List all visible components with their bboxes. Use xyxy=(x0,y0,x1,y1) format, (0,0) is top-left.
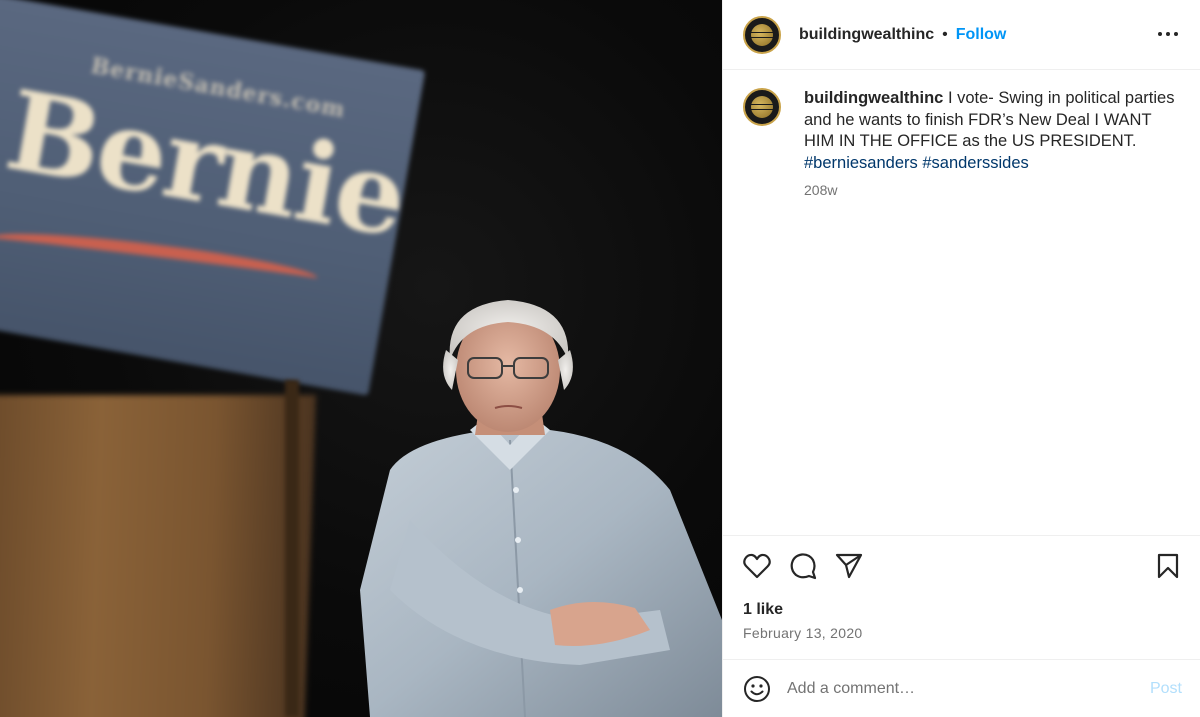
action-bar xyxy=(723,536,1200,596)
hashtag-link[interactable]: #sanderssides xyxy=(922,154,1028,172)
caption-section: buildingwealthinc I vote- Swing in polit… xyxy=(723,70,1200,536)
paper-plane-icon[interactable] xyxy=(833,550,865,582)
emoji-smiley-icon[interactable] xyxy=(741,673,773,705)
bookmark-icon[interactable] xyxy=(1152,550,1184,582)
post-date: February 13, 2020 xyxy=(743,625,863,641)
header-username[interactable]: buildingwealthinc xyxy=(799,26,934,44)
post-side-panel: buildingwealthinc • Follow buildingwealt… xyxy=(722,0,1200,717)
heart-icon[interactable] xyxy=(741,550,773,582)
follow-button[interactable]: Follow xyxy=(956,26,1007,44)
hashtag-link[interactable]: #berniesanders xyxy=(804,154,918,172)
podium xyxy=(0,395,316,717)
caption-text: buildingwealthinc I vote- Swing in polit… xyxy=(804,88,1180,174)
caption: buildingwealthinc I vote- Swing in polit… xyxy=(804,88,1180,198)
person-figure xyxy=(360,300,722,717)
comment-bar: Post xyxy=(723,659,1200,717)
avatar[interactable] xyxy=(743,15,781,54)
separator-dot: • xyxy=(942,25,948,43)
post-header: buildingwealthinc • Follow xyxy=(723,0,1200,70)
post-comment-button[interactable]: Post xyxy=(1150,680,1182,698)
comment-bubble-icon[interactable] xyxy=(787,550,819,582)
more-options-icon[interactable] xyxy=(1156,22,1180,46)
avatar[interactable] xyxy=(743,88,781,126)
post-photo[interactable]: BernieSanders.com Bernie xyxy=(0,0,722,717)
caption-username[interactable]: buildingwealthinc xyxy=(804,89,943,107)
post-age[interactable]: 208w xyxy=(804,182,1180,198)
like-count[interactable]: 1 like xyxy=(723,596,1200,619)
comment-input[interactable] xyxy=(787,679,1117,698)
podium-edge xyxy=(285,380,299,717)
